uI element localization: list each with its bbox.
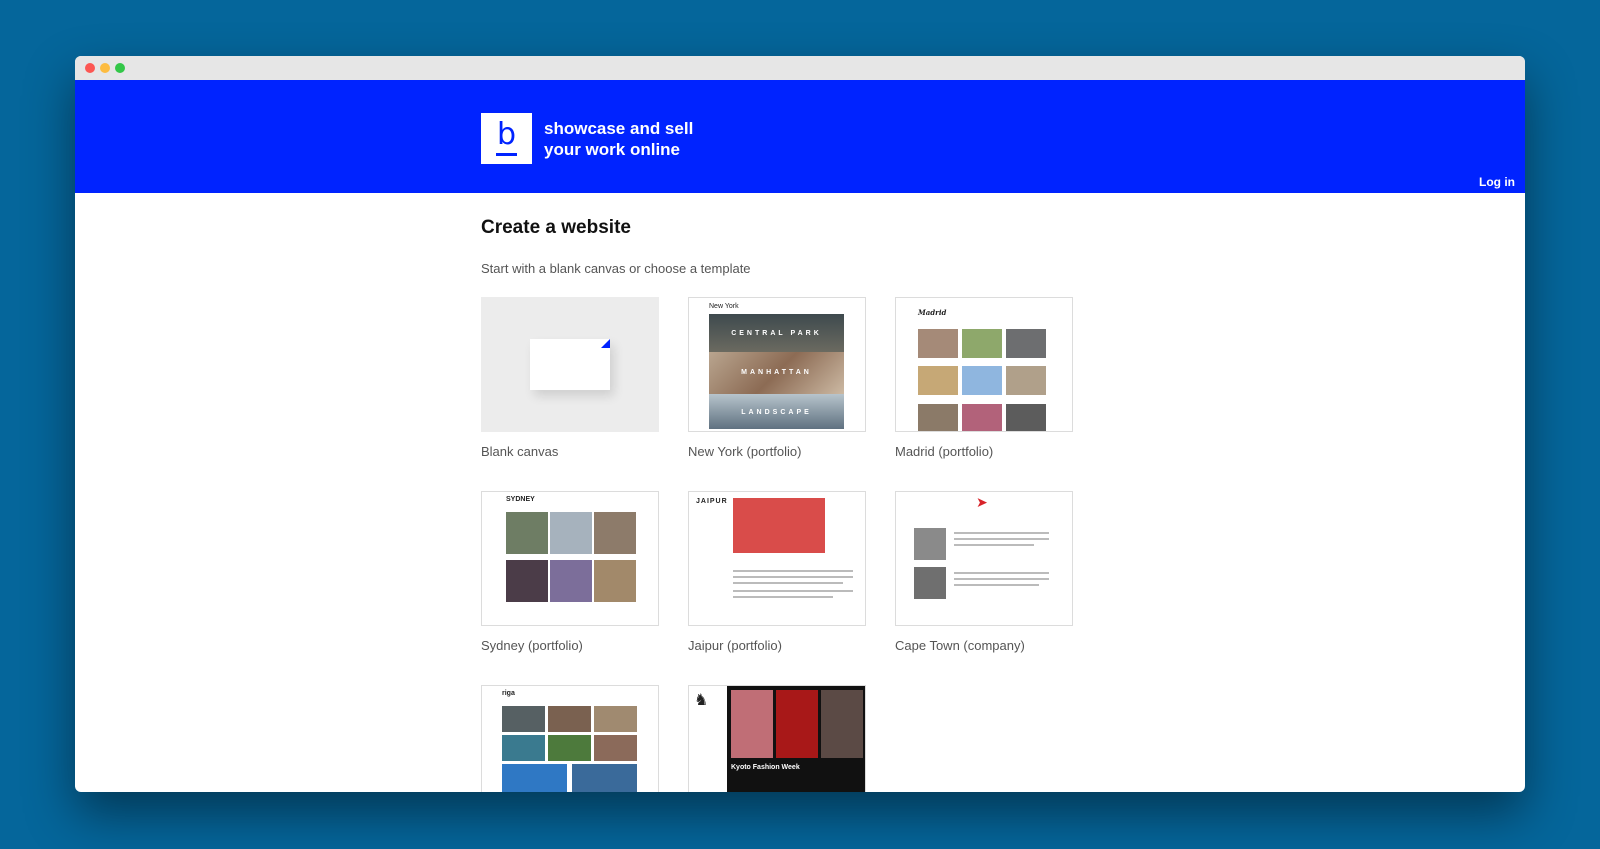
template-label[interactable]: New York (portfolio) (688, 444, 866, 459)
template-thumbnail[interactable]: ➤ (895, 491, 1073, 626)
template-card-sydney[interactable]: SYDNEY Sydney (portfolio) (481, 491, 659, 653)
blank-page-icon (530, 339, 610, 390)
preview-title: New York (709, 303, 739, 310)
template-thumbnail[interactable]: ♞ Kyoto Fashion Week (688, 685, 866, 792)
template-card-madrid[interactable]: Madrid Madrid (portfolio) (895, 297, 1073, 459)
horse-logo-icon: ♞ (694, 692, 709, 709)
preview-band-label: CENTRAL PARK (731, 330, 822, 337)
template-label[interactable]: Cape Town (company) (895, 638, 1073, 653)
template-thumbnail[interactable]: Madrid (895, 297, 1073, 432)
template-thumbnail[interactable]: New York CENTRAL PARK MANHATTAN LANDSCAP… (688, 297, 866, 432)
page-title: Create a website (481, 217, 631, 238)
template-card-kyoto[interactable]: ♞ Kyoto Fashion Week (688, 685, 866, 792)
tagline-line-2: your work online (544, 140, 681, 159)
close-window-button[interactable] (85, 63, 95, 73)
login-link[interactable]: Log in (1479, 175, 1515, 189)
logo-letter: b (495, 119, 518, 156)
template-label[interactable]: Blank canvas (481, 444, 659, 459)
template-card-cape-town[interactable]: ➤ Cape Town (company) (895, 491, 1073, 653)
template-card-blank[interactable]: Blank canvas (481, 297, 659, 459)
preview-band: LANDSCAPE (709, 394, 844, 429)
preview-band: CENTRAL PARK (709, 314, 844, 352)
page-subtitle: Start with a blank canvas or choose a te… (481, 261, 751, 276)
browser-window: b showcase and sell your work online Log… (75, 56, 1525, 792)
preview-title: Madrid (918, 308, 947, 317)
template-thumbnail[interactable]: JAIPUR (688, 491, 866, 626)
tagline: showcase and sell your work online (544, 118, 744, 160)
template-thumbnail[interactable]: SYDNEY (481, 491, 659, 626)
template-label[interactable]: Madrid (portfolio) (895, 444, 1073, 459)
preview-title: SYDNEY (506, 496, 535, 503)
template-label[interactable]: Jaipur (portfolio) (688, 638, 866, 653)
window-titlebar (75, 56, 1525, 80)
site-header: b showcase and sell your work online Log… (75, 80, 1525, 193)
minimize-window-button[interactable] (100, 63, 110, 73)
tagline-line-1: showcase and sell (544, 119, 694, 138)
template-thumbnail[interactable]: riga (481, 685, 659, 792)
template-thumbnail[interactable] (481, 297, 659, 432)
bird-logo-icon: ➤ (976, 494, 988, 510)
template-card-jaipur[interactable]: JAIPUR Jaipur (portfolio) (688, 491, 866, 653)
template-card-riga[interactable]: riga (481, 685, 659, 792)
preview-band-label: MANHATTAN (741, 369, 812, 376)
brand-logo[interactable]: b (481, 113, 532, 164)
preview-band-label: LANDSCAPE (741, 409, 812, 416)
template-card-new-york[interactable]: New York CENTRAL PARK MANHATTAN LANDSCAP… (688, 297, 866, 459)
template-label[interactable]: Sydney (portfolio) (481, 638, 659, 653)
preview-band: MANHATTAN (709, 352, 844, 394)
preview-title: JAIPUR (696, 498, 728, 505)
preview-title: riga (502, 690, 515, 697)
preview-caption: Kyoto Fashion Week (731, 764, 800, 771)
maximize-window-button[interactable] (115, 63, 125, 73)
